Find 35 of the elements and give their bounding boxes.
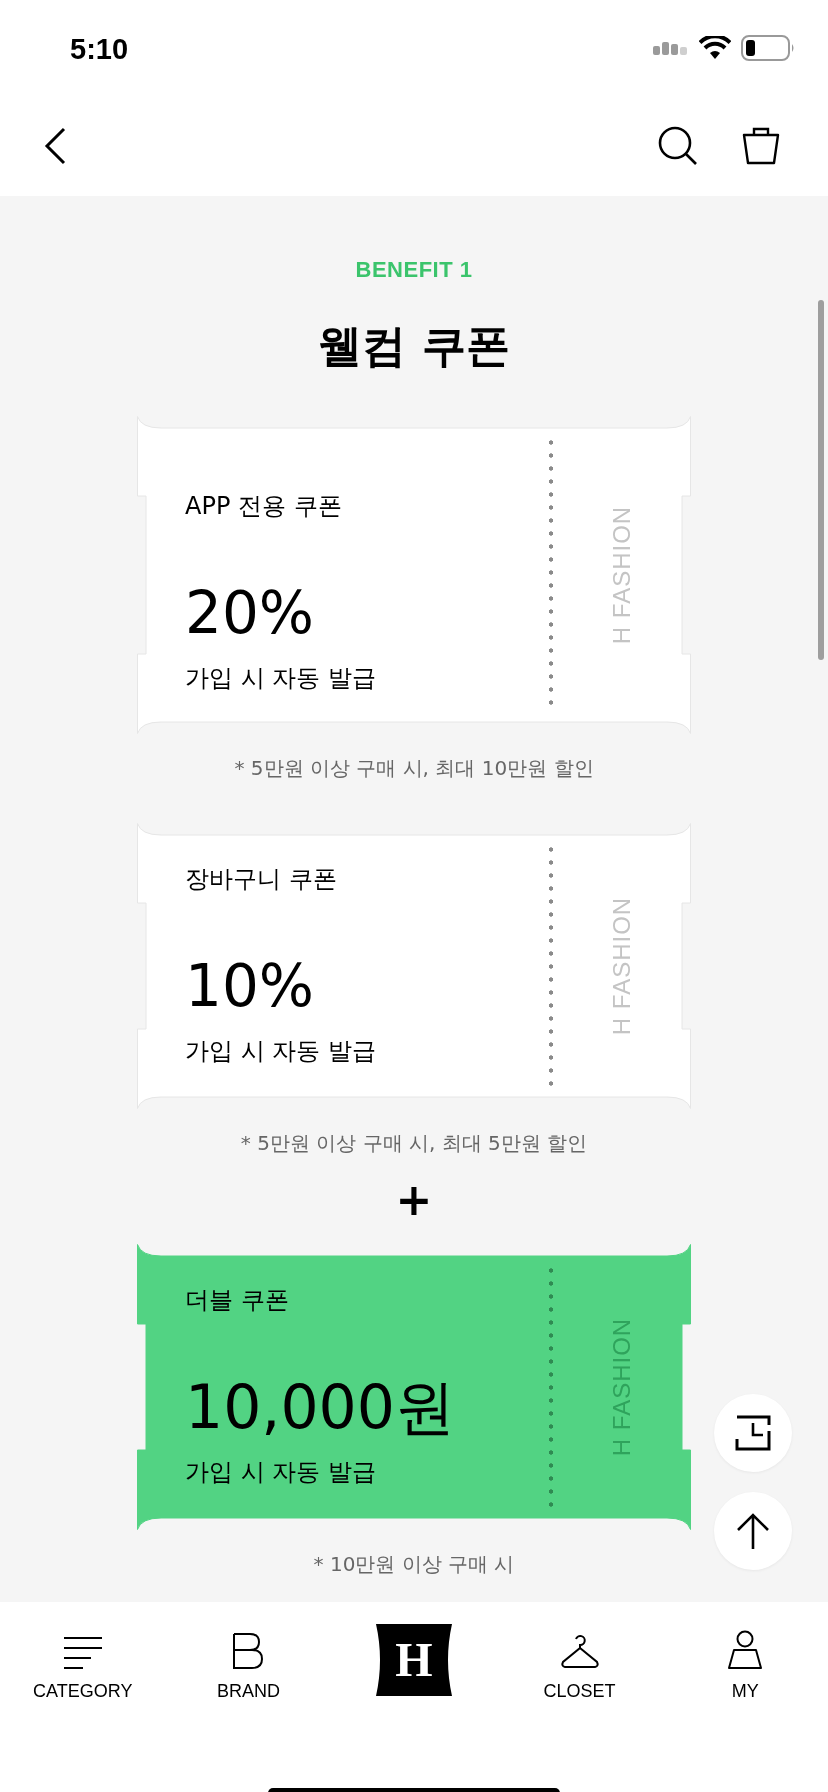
brand-tab[interactable]: BRAND bbox=[216, 1624, 280, 1702]
my-tab[interactable]: MY bbox=[727, 1624, 764, 1702]
shopping-bag-icon[interactable] bbox=[742, 126, 780, 165]
battery-icon bbox=[741, 34, 795, 61]
coupon-amount: 10% bbox=[185, 951, 314, 1022]
arrow-up-icon bbox=[735, 1512, 771, 1550]
letter-shape-icon bbox=[232, 1632, 265, 1670]
home-logo[interactable]: H bbox=[374, 1624, 454, 1696]
section-title: 웰컴 쿠폰 bbox=[318, 319, 510, 373]
coupon-note: * 5만원 이상 구매 시, 최대 10만원 할인 bbox=[234, 755, 594, 782]
coupon-issue-text: 가입 시 자동 발급 bbox=[185, 663, 376, 694]
wifi-icon bbox=[699, 35, 731, 60]
coupon-amount: 20% bbox=[185, 578, 314, 649]
section-eyebrow: BENEFIT 1 bbox=[355, 256, 473, 284]
frame-icon bbox=[735, 1415, 771, 1451]
coupon-name: 더블 쿠폰 bbox=[185, 1285, 289, 1316]
plus-sign: + bbox=[395, 1180, 433, 1220]
coupon-note: * 5만원 이상 구매 시, 최대 5만원 할인 bbox=[240, 1130, 588, 1157]
category-tab[interactable]: CATEGORY bbox=[33, 1624, 133, 1702]
hanger-icon bbox=[559, 1632, 600, 1670]
lines-icon bbox=[62, 1636, 103, 1670]
person-icon bbox=[727, 1630, 764, 1670]
coupon-name: 장바구니 쿠폰 bbox=[185, 864, 337, 895]
signal-icon bbox=[653, 39, 689, 56]
coupon-amount: 10,000원 bbox=[185, 1371, 455, 1444]
coupon-brand: H FASHION bbox=[607, 505, 636, 645]
search-icon[interactable] bbox=[658, 125, 698, 166]
coupon-note: * 10만원 이상 구매 시 bbox=[313, 1551, 515, 1578]
coupon-issue-text: 가입 시 자동 발급 bbox=[185, 1457, 376, 1488]
back-icon[interactable] bbox=[44, 126, 66, 165]
coupon-issue-text: 가입 시 자동 발급 bbox=[185, 1036, 376, 1067]
coupon-brand: H FASHION bbox=[607, 896, 636, 1036]
closet-tab[interactable]: CLOSET bbox=[543, 1624, 616, 1702]
status-time: 5:10 bbox=[70, 33, 129, 66]
coupon-name: APP 전용 쿠폰 bbox=[185, 491, 342, 522]
